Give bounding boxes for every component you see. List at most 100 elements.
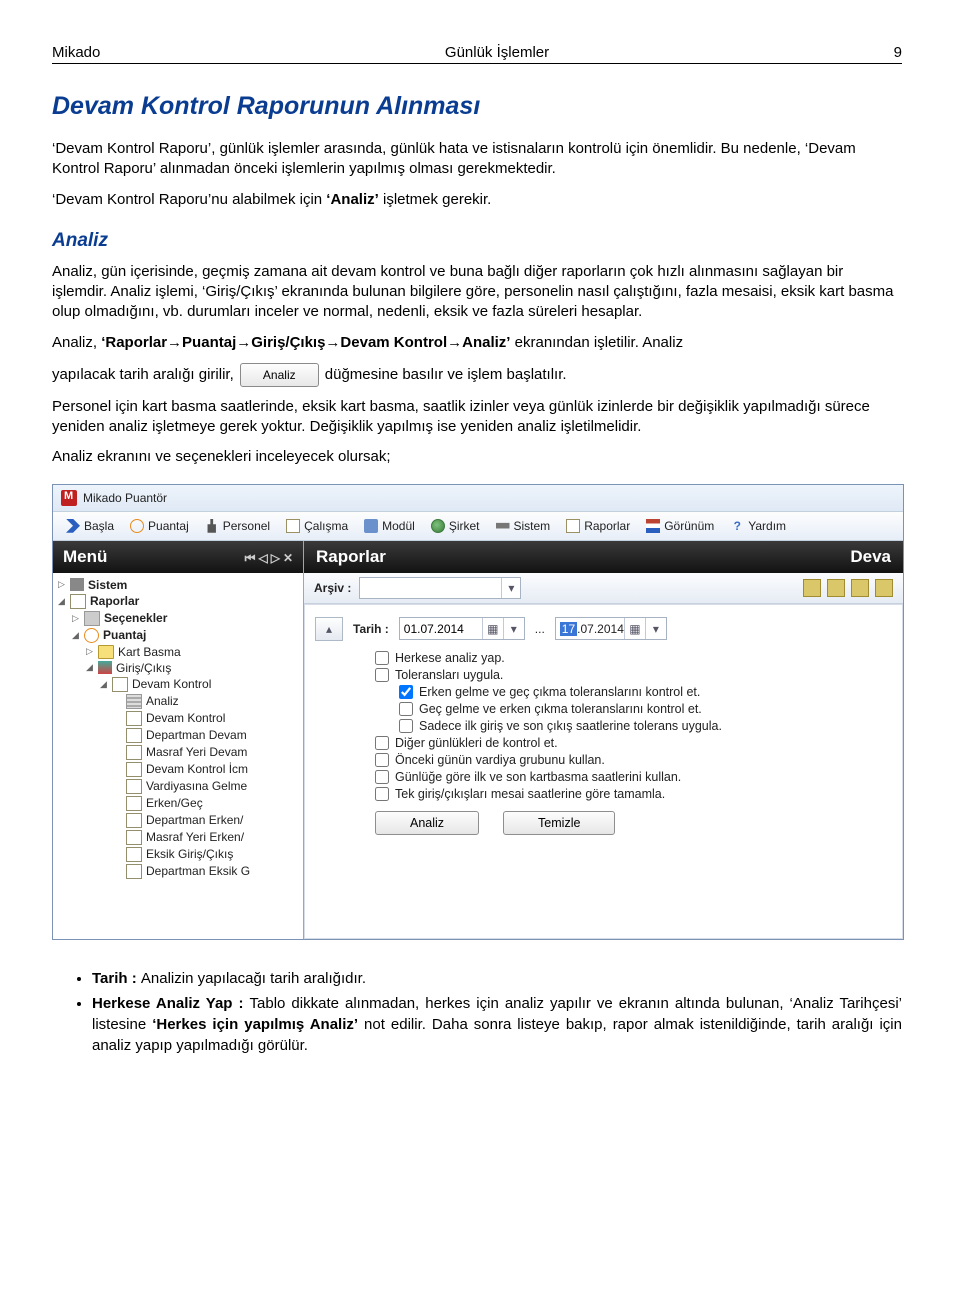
checkbox[interactable] — [375, 668, 389, 682]
tree-raporlar[interactable]: ◢Raporlar — [55, 593, 301, 610]
arsiv-combo[interactable]: ▾ — [359, 577, 521, 599]
analiz-button[interactable]: Analiz — [375, 811, 479, 835]
checkbox[interactable] — [399, 702, 413, 716]
main-title-right: Deva — [850, 547, 891, 567]
chevron-down-icon: ▾ — [501, 578, 520, 598]
tree-label: Giriş/Çıkış — [116, 661, 171, 675]
document-icon — [286, 519, 300, 533]
opt-label: Sadece ilk giriş ve son çıkış saatlerine… — [419, 719, 722, 733]
tree-giriscikis[interactable]: ◢Giriş/Çıkış — [55, 660, 301, 676]
checkbox[interactable] — [375, 787, 389, 801]
opt-diger-gunluk[interactable]: Diğer günlükleri de kontrol et. — [375, 736, 892, 750]
main-pane: Raporlar Deva Arşiv : ▾ ▴ — [304, 541, 903, 939]
tree-dk2[interactable]: Devam Kontrol — [55, 710, 301, 727]
opt-gunluge-gore[interactable]: Günlüğe göre ilk ve son kartbasma saatle… — [375, 770, 892, 784]
opt-onceki-gun[interactable]: Önceki günün vardiya grubunu kullan. — [375, 753, 892, 767]
tree-label: Kart Basma — [118, 645, 181, 659]
opt-herkese[interactable]: Herkese analiz yap. — [375, 651, 892, 665]
chevron-down-icon[interactable]: ▾ — [503, 618, 524, 639]
sidebar: Menü ⏮◁▷✕ ▷Sistem ◢Raporlar ▷Seçenekler … — [53, 541, 304, 939]
sidebar-nav-buttons[interactable]: ⏮◁▷✕ — [242, 547, 293, 567]
tree-mas[interactable]: Masraf Yeri Devam — [55, 744, 301, 761]
tree-label: Raporlar — [90, 594, 139, 608]
tree-depek[interactable]: Departman Eksik G — [55, 863, 301, 880]
tool-icon-4[interactable] — [875, 579, 893, 597]
date-to[interactable]: 17.07.2014 ▦▾ — [555, 617, 667, 640]
checkbox[interactable] — [375, 651, 389, 665]
menu-sirket[interactable]: Şirket — [424, 516, 487, 536]
checkbox[interactable] — [399, 685, 413, 699]
date-to-day: 17 — [560, 622, 577, 636]
tree-label: Devam Kontrol — [146, 711, 225, 725]
nav-tree[interactable]: ▷Sistem ◢Raporlar ▷Seçenekler ◢Puantaj ▷… — [53, 573, 303, 939]
menu-raporlar[interactable]: Raporlar — [559, 516, 637, 536]
toolbar: Arşiv : ▾ — [304, 573, 903, 604]
opt-erken-gec[interactable]: Erken gelme ve geç çıkma toleranslarını … — [399, 685, 892, 699]
tree-mye[interactable]: Masraf Yeri Erken/ — [55, 829, 301, 846]
tool-delete-icon[interactable] — [851, 579, 869, 597]
menubar: Başla Puantaj Personel Çalışma Modül Şir… — [53, 512, 903, 541]
tree-kartbasma[interactable]: ▷Kart Basma — [55, 644, 301, 660]
menu-label: Sistem — [514, 519, 551, 533]
menu-label: Puantaj — [148, 519, 189, 533]
menu-yardim[interactable]: ?Yardım — [723, 516, 793, 536]
window-title: Mikado Puantör — [83, 491, 167, 505]
tree-erg[interactable]: Erken/Geç — [55, 795, 301, 812]
menu-calisma[interactable]: Çalışma — [279, 516, 355, 536]
tree-label: Erken/Geç — [146, 796, 203, 810]
hdr-right: 9 — [894, 44, 902, 61]
document-icon — [126, 796, 142, 811]
tool-icon-2[interactable] — [827, 579, 845, 597]
date-from[interactable]: ▦▾ — [399, 617, 525, 640]
menu-sistem[interactable]: Sistem — [489, 516, 558, 536]
tree-label: Devam Kontrol — [132, 677, 211, 691]
toolbar-icons — [803, 579, 893, 597]
menu-modul[interactable]: Modül — [357, 516, 422, 536]
clock-icon — [130, 519, 144, 533]
checkbox[interactable] — [375, 736, 389, 750]
checkbox[interactable] — [375, 770, 389, 784]
tree-dki[interactable]: Devam Kontrol İcm — [55, 761, 301, 778]
def-tarih: Tarih : Analizin yapılacağı tarih aralığ… — [92, 968, 902, 989]
globe-icon — [431, 519, 445, 533]
tree-label: Sistem — [88, 578, 127, 592]
menu-basla[interactable]: Başla — [59, 516, 121, 536]
menu-puantaj[interactable]: Puantaj — [123, 516, 196, 536]
text: düğmesine basılır ve işlem başlatılır. — [325, 366, 567, 383]
tree-puantaj[interactable]: ◢Puantaj — [55, 627, 301, 644]
tool-icon-1[interactable] — [803, 579, 821, 597]
report-icon — [566, 519, 580, 533]
text-bold: ‘Analiz’ — [326, 191, 379, 208]
tree-analiz[interactable]: Analiz — [55, 693, 301, 710]
collapse-button[interactable]: ▴ — [315, 617, 343, 641]
tree-dep[interactable]: Departman Devam — [55, 727, 301, 744]
menu-gorunum[interactable]: Görünüm — [639, 516, 721, 536]
menu-personel[interactable]: Personel — [198, 516, 277, 536]
tree-devamkontrol[interactable]: ◢Devam Kontrol — [55, 676, 301, 693]
app-window: Mikado Puantör Başla Puantaj Personel Ça… — [52, 484, 904, 940]
calendar-icon[interactable]: ▦ — [624, 618, 645, 639]
tree-label: Seçenekler — [104, 611, 167, 625]
hdr-center: Günlük İşlemler — [445, 44, 549, 61]
menu-label: Şirket — [449, 519, 480, 533]
date-sep: ... — [535, 622, 545, 636]
checkbox[interactable] — [375, 753, 389, 767]
opt-sadece-ilk[interactable]: Sadece ilk giriş ve son çıkış saatlerine… — [399, 719, 892, 733]
tree-secenekler[interactable]: ▷Seçenekler — [55, 610, 301, 627]
chevron-down-icon[interactable]: ▾ — [645, 618, 666, 639]
tree-depe[interactable]: Departman Erken/ — [55, 812, 301, 829]
tree-egc[interactable]: Eksik Giriş/Çıkış — [55, 846, 301, 863]
calendar-icon[interactable]: ▦ — [482, 618, 503, 639]
document-icon — [126, 711, 142, 726]
tree-varg[interactable]: Vardiyasına Gelme — [55, 778, 301, 795]
sidebar-header: Menü ⏮◁▷✕ — [53, 541, 303, 573]
opt-tek-giris[interactable]: Tek giriş/çıkışları mesai saatlerine gör… — [375, 787, 892, 801]
temizle-button[interactable]: Temizle — [503, 811, 615, 835]
tree-sistem[interactable]: ▷Sistem — [55, 577, 301, 593]
checkbox[interactable] — [399, 719, 413, 733]
opt-gec-erken[interactable]: Geç gelme ve erken çıkma toleranslarını … — [399, 702, 892, 716]
date-from-input[interactable] — [400, 622, 482, 636]
para-7: Analiz ekranını ve seçenekleri inceleyec… — [52, 447, 902, 467]
para-5: yapılacak tarih aralığı girilir, Analiz … — [52, 363, 902, 387]
opt-tolerans[interactable]: Toleransları uygula. — [375, 668, 892, 682]
